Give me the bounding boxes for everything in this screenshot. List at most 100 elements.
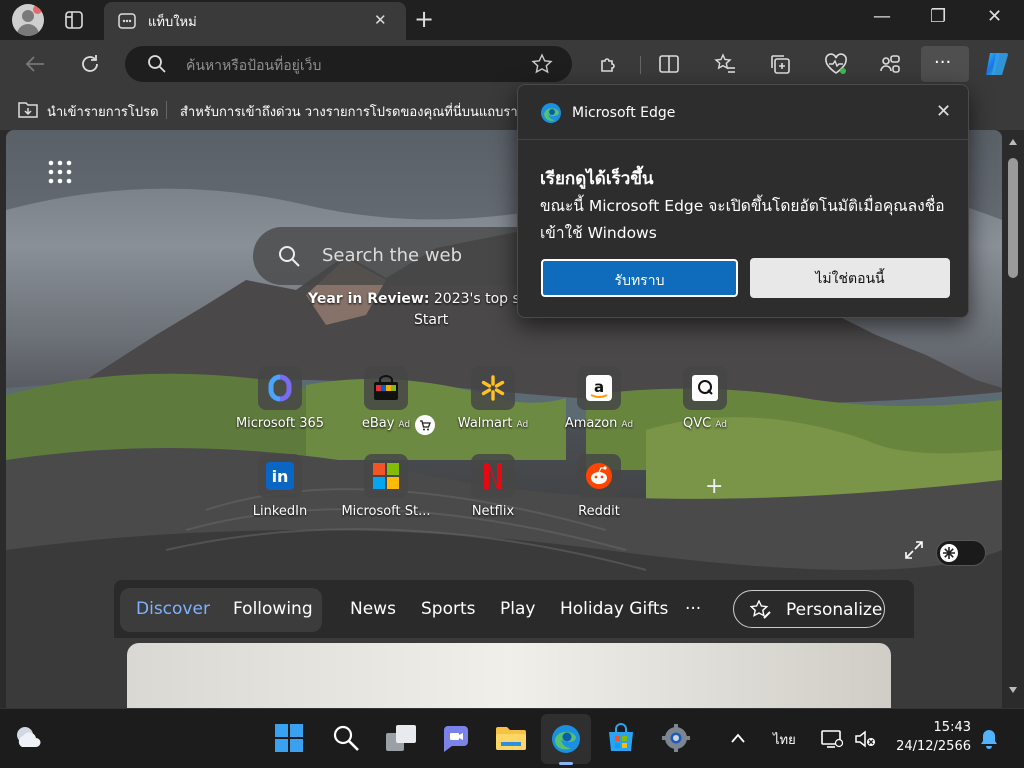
quick-link[interactable]: Walmart Ad (439, 366, 547, 446)
close-window-button[interactable]: ✕ (987, 6, 1002, 27)
favorites-hint: สำหรับการเข้าถึงด่วน วางรายการโปรดของคุณ… (180, 105, 548, 120)
new-tab-button[interactable]: + (414, 4, 434, 34)
tab-actions-icon[interactable] (64, 10, 84, 30)
minimize-button[interactable]: — (873, 6, 891, 27)
start-icon[interactable] (274, 723, 304, 753)
personalize-button[interactable]: Personalize (733, 590, 885, 628)
favorites-icon[interactable] (714, 53, 736, 75)
quick-link[interactable]: in LinkedIn (226, 454, 334, 534)
tab-holiday-gifts[interactable]: Holiday Gifts (560, 599, 668, 619)
qvc-icon (683, 366, 727, 410)
task-view-icon[interactable] (385, 724, 417, 752)
new-tab-page-icon (118, 13, 136, 29)
extensions-icon[interactable] (598, 53, 620, 75)
profile-avatar[interactable] (12, 4, 44, 36)
clock-time[interactable]: 15:43 (893, 720, 971, 735)
browser-essentials-icon[interactable] (824, 53, 848, 75)
import-favorites-icon[interactable] (17, 98, 39, 120)
accept-label: รับทราบ (614, 273, 665, 289)
search-icon (279, 246, 300, 267)
personalize-star-icon (750, 600, 771, 619)
add-shortcut-button[interactable]: + (705, 474, 723, 499)
quick-link[interactable]: Microsoft St... (332, 454, 440, 534)
edge-startup-popup: Microsoft Edge ✕ เรียกดูได้เร็วขึ้น ขณะน… (517, 84, 969, 318)
tab-play[interactable]: Play (500, 599, 535, 619)
year-in-review-link[interactable]: Year in Review: 2023's top storie (308, 291, 552, 307)
shopping-cart-icon (415, 415, 435, 435)
quick-link[interactable]: a Amazon Ad (545, 366, 653, 446)
split-screen-icon[interactable] (658, 53, 680, 75)
svg-text:in: in (272, 467, 289, 486)
not-now-label: ไม่ใช่ตอนนี้ (815, 271, 885, 287)
tab-title: แท็บใหม่ (148, 15, 197, 30)
favorites-divider (166, 101, 167, 119)
scroll-up-icon[interactable] (1008, 138, 1018, 146)
search-icon (148, 55, 166, 73)
tab-discover[interactable]: Discover (136, 599, 210, 619)
close-tab-icon[interactable]: ✕ (374, 11, 387, 29)
file-explorer-icon[interactable] (495, 724, 527, 752)
ad-badge: Ad (621, 420, 634, 430)
background-toggle[interactable] (936, 540, 986, 566)
quick-link[interactable]: QVC Ad (651, 366, 759, 446)
teams-chat-icon[interactable] (440, 724, 472, 754)
ad-badge: Ad (398, 420, 411, 430)
ebay-icon (364, 366, 408, 410)
toolbar: ค้นหาหรือป้อนที่อยู่เว็บ ··· (0, 40, 1024, 90)
import-favorites-link[interactable]: นำเข้ารายการโปรด (47, 101, 159, 122)
settings-and-more-button[interactable]: ··· (921, 46, 969, 82)
more-tabs-button[interactable]: ··· (685, 599, 701, 619)
input-language[interactable]: ไทย (773, 729, 796, 750)
web-search-box[interactable]: Search the web (253, 227, 543, 285)
notification-bell-icon[interactable] (980, 728, 998, 750)
scroll-down-icon[interactable] (1008, 686, 1018, 694)
news-card[interactable] (127, 643, 891, 708)
quick-link[interactable]: Reddit (545, 454, 653, 534)
microsoft-store-icon (364, 454, 408, 498)
feed-nav: Discover Following News Sports Play Holi… (114, 580, 914, 638)
browser-window: แท็บใหม่ ✕ + — ❐ ✕ ค้นหาหรือป้อนที่อยู่เ… (0, 0, 1024, 768)
taskbar: ไทย 15:43 24/12/2566 (0, 708, 1024, 768)
address-bar[interactable]: ค้นหาหรือป้อนที่อยู่เว็บ (125, 46, 572, 82)
walmart-icon (471, 366, 515, 410)
page-scrollbar[interactable] (1002, 130, 1024, 708)
tab-news[interactable]: News (350, 599, 396, 619)
popup-body: ขณะนี้ Microsoft Edge จะเปิดขึ้นโดยอัตโน… (540, 197, 945, 242)
expand-icon[interactable] (904, 540, 924, 560)
popup-close-icon[interactable]: ✕ (936, 101, 951, 122)
quick-link-label: QVC Ad (683, 416, 727, 431)
restore-button[interactable]: ❐ (930, 6, 946, 27)
tab-new-tab[interactable]: แท็บใหม่ ✕ (104, 2, 406, 40)
edge-taskbar-icon[interactable] (550, 723, 582, 755)
tab-sports[interactable]: Sports (421, 599, 476, 619)
popup-divider (518, 139, 968, 140)
start-label: Start (414, 312, 449, 328)
apps-launcher-icon[interactable] (48, 160, 72, 184)
more-icon: ··· (934, 52, 952, 73)
quick-link[interactable]: Netflix (439, 454, 547, 534)
quick-link[interactable]: Microsoft 365 (226, 366, 334, 446)
network-icon[interactable] (821, 729, 843, 749)
refresh-icon[interactable] (79, 53, 101, 75)
snowflake-icon (943, 547, 955, 559)
clock-date[interactable]: 24/12/2566 (865, 739, 971, 754)
settings-gear-icon[interactable] (661, 723, 691, 753)
microsoft-store-icon[interactable] (606, 723, 636, 753)
personalize-label: Personalize (786, 600, 883, 620)
show-hidden-icons-icon[interactable] (730, 732, 746, 744)
taskbar-search-icon[interactable] (332, 724, 360, 752)
tab-following[interactable]: Following (233, 599, 313, 619)
accept-button[interactable]: รับทราบ (541, 259, 738, 297)
back-icon[interactable] (24, 53, 46, 75)
workspaces-icon[interactable] (879, 53, 901, 75)
ad-badge: Ad (516, 420, 529, 430)
not-now-button[interactable]: ไม่ใช่ตอนนี้ (750, 258, 950, 298)
copilot-icon[interactable] (982, 49, 1012, 79)
favorite-star-icon[interactable] (531, 53, 553, 75)
linkedin-icon: in (258, 454, 302, 498)
active-app-indicator (559, 762, 573, 765)
collections-icon[interactable] (769, 53, 791, 75)
netflix-icon (471, 454, 515, 498)
scrollbar-thumb[interactable] (1008, 158, 1018, 278)
weather-icon[interactable] (14, 725, 44, 751)
